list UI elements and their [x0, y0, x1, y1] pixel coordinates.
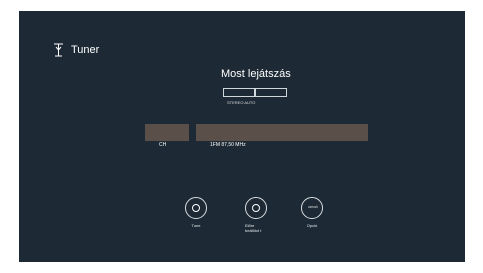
tuner-screen: Tuner Most lejátszás STEREO AUTO CH 1FM …: [19, 11, 465, 262]
channel-band: [145, 124, 189, 141]
preset-dial-icon: [252, 204, 260, 212]
preset-label: Előre beállítot t: [245, 223, 262, 233]
channel-label: CH: [159, 142, 167, 148]
antenna-icon: [54, 43, 63, 57]
station-info-box: [255, 88, 287, 97]
stereo-status: STEREO AUTO: [227, 100, 256, 105]
preset-button[interactable]: [245, 197, 267, 219]
now-playing-label: Most lejátszás: [221, 68, 291, 80]
frequency-band: [196, 124, 368, 141]
station-info-box: [223, 88, 255, 97]
tune-dial-icon: [192, 204, 200, 212]
option-icon: OPCIÓ: [308, 205, 318, 209]
page-title: Tuner: [71, 44, 100, 56]
tune-label: Tune: [191, 223, 201, 228]
option-label: Opció: [306, 223, 318, 228]
frequency-label: 1FM 87,50 MHz: [210, 142, 246, 148]
option-button[interactable]: OPCIÓ: [301, 197, 323, 219]
tune-button[interactable]: [185, 197, 207, 219]
